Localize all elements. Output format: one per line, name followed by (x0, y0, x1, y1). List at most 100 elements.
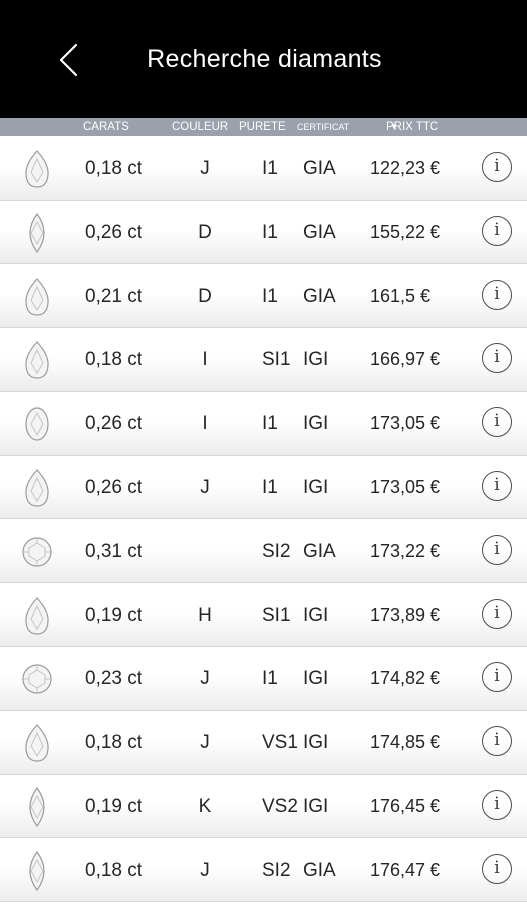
page-title: Recherche diamants (147, 45, 382, 73)
price-value: 155,22 € (370, 221, 441, 242)
price-value: 122,23 € (370, 158, 441, 178)
diamond-oval-icon (20, 403, 54, 445)
clarity-grade: I1 (262, 221, 278, 243)
color-grade-text: D (198, 285, 212, 307)
price-value: 174,82 € (370, 668, 441, 689)
diamond-row[interactable]: 0,18 ct J I1 GIA 122,23 € i (0, 138, 527, 201)
diamond-marquise-icon (20, 786, 54, 828)
clarity-grade: I1 (262, 158, 278, 179)
diamond-list: 0,18 ct J I1 GIA 122,23 € i 0,26 ct D I1 GIA 155,2… (0, 138, 527, 904)
carat-value: 0,31 ct (85, 540, 143, 562)
carat-value: 0,19 ct (85, 604, 143, 626)
price-value: 173,89 € (370, 604, 441, 625)
price-value: 176,45 € (370, 795, 441, 816)
info-circle-icon[interactable]: i (482, 853, 512, 884)
diamond-pear-icon (20, 339, 54, 381)
color-grade-text: J (200, 859, 210, 881)
clarity-grade: VS1 (262, 732, 298, 754)
price-value: 173,05 € (370, 476, 441, 497)
certificate-lab: GIA (303, 158, 336, 179)
info-circle-icon[interactable]: i (482, 152, 512, 182)
diamond-round-icon (20, 531, 54, 573)
clarity-grade: I1 (262, 413, 278, 435)
price-value: 173,22 € (370, 540, 441, 561)
info-circle-icon[interactable]: i (482, 662, 512, 693)
column-header-bar: CARATS COULEUR PURETE CERTIFICAT PRIX TT… (0, 118, 527, 136)
certificate-lab: GIA (303, 221, 336, 243)
price-value: 174,85 € (370, 732, 441, 753)
clarity-grade: I1 (262, 668, 278, 690)
diamond-row[interactable]: 0,31 ct SI2 GIA 173,22 € i (0, 520, 527, 584)
diamond-row[interactable]: 0,19 ct K VS2 IGI 176,45 € i (0, 775, 527, 839)
info-circle-icon[interactable]: i (482, 789, 512, 820)
price-value: 173,05 € (370, 413, 441, 434)
diamond-row[interactable]: 0,21 ct D I1 GIA 161,5 € i (0, 265, 527, 329)
clarity-grade: SI1 (262, 604, 291, 626)
diamond-row[interactable]: 0,26 ct I I1 IGI 173,05 € i (0, 393, 527, 456)
certificate-lab: IGI (303, 732, 329, 754)
info-circle-icon[interactable]: i (482, 343, 512, 374)
info-circle-icon[interactable]: i (482, 470, 512, 501)
certificate-lab: GIA (303, 540, 336, 562)
certificate-lab: IGI (303, 349, 329, 371)
price-value: 176,47 € (370, 859, 441, 880)
info-circle-icon[interactable]: i (482, 215, 512, 246)
diamond-row[interactable]: 0,26 ct D I1 GIA 155,22 € i (0, 201, 527, 265)
color-grade-text: J (200, 668, 210, 690)
diamond-pear-icon (20, 276, 54, 318)
color-grade-text: K (198, 795, 212, 817)
certificate-lab: IGI (303, 604, 329, 626)
diamond-round-icon (20, 658, 54, 700)
carat-value: 0,18 ct (85, 859, 143, 881)
certificate-lab: IGI (303, 476, 329, 498)
diamond-pear-icon (20, 722, 54, 764)
price-value: 161,5 € (370, 285, 431, 306)
color-grade-text: J (200, 732, 210, 754)
column-purete[interactable]: PURETE (239, 118, 286, 136)
carat-value: 0,19 ct (85, 795, 143, 817)
carat-value: 0,26 ct (85, 221, 143, 243)
diamond-row[interactable]: 0,18 ct J VS1 IGI 174,85 € i (0, 712, 527, 775)
carat-value: 0,18 ct (85, 732, 143, 754)
diamond-row[interactable]: 0,18 ct J SI2 GIA 176,47 € i (0, 839, 527, 903)
price-value: 166,97 € (370, 349, 441, 370)
sort-desc-icon: ▼ (390, 122, 398, 131)
diamond-row[interactable]: 0,19 ct H SI1 IGI 173,89 € i (0, 584, 527, 648)
diamond-pear-icon (20, 148, 54, 190)
info-circle-icon[interactable]: i (482, 407, 512, 438)
color-grade-text: J (200, 158, 210, 179)
diamond-row[interactable]: 0,26 ct J I1 IGI 173,05 € i (0, 456, 527, 520)
certificate-lab: GIA (303, 859, 336, 881)
diamond-row[interactable]: 0,18 ct I SI1 IGI 166,97 € i (0, 329, 527, 392)
certificate-lab: IGI (303, 413, 329, 435)
clarity-grade: SI2 (262, 540, 291, 562)
info-circle-icon[interactable]: i (482, 598, 512, 629)
clarity-grade: I1 (262, 476, 278, 498)
color-grade-text: J (200, 476, 210, 498)
color-grade-text: I (202, 413, 208, 435)
carat-value: 0,23 ct (85, 668, 143, 690)
clarity-grade: SI2 (262, 859, 291, 881)
color-grade-text: D (198, 221, 212, 243)
clarity-grade: I1 (262, 285, 278, 307)
carat-value: 0,18 ct (85, 158, 143, 179)
carat-value: 0,18 ct (85, 349, 143, 371)
info-circle-icon[interactable]: i (482, 279, 512, 310)
carat-value: 0,26 ct (85, 413, 143, 435)
diamond-pear-icon (20, 467, 54, 509)
app-header: Recherche diamants (0, 0, 527, 118)
diamond-marquise-icon (20, 212, 54, 254)
carat-value: 0,26 ct (85, 476, 143, 498)
diamond-marquise-icon (20, 850, 54, 892)
color-grade-text: I (202, 349, 208, 371)
column-couleur[interactable]: COULEUR (172, 118, 228, 136)
column-carats[interactable]: CARATS (83, 118, 129, 136)
diamond-row[interactable]: 0,23 ct J I1 IGI 174,82 € i (0, 648, 527, 711)
clarity-grade: VS2 (262, 795, 298, 817)
diamond-pear-icon (20, 595, 54, 637)
info-circle-icon[interactable]: i (482, 534, 512, 565)
certificate-lab: IGI (303, 795, 329, 817)
carat-value: 0,21 ct (85, 285, 143, 307)
column-certificat[interactable]: CERTIFICAT (297, 118, 349, 136)
info-circle-icon[interactable]: i (482, 726, 512, 757)
